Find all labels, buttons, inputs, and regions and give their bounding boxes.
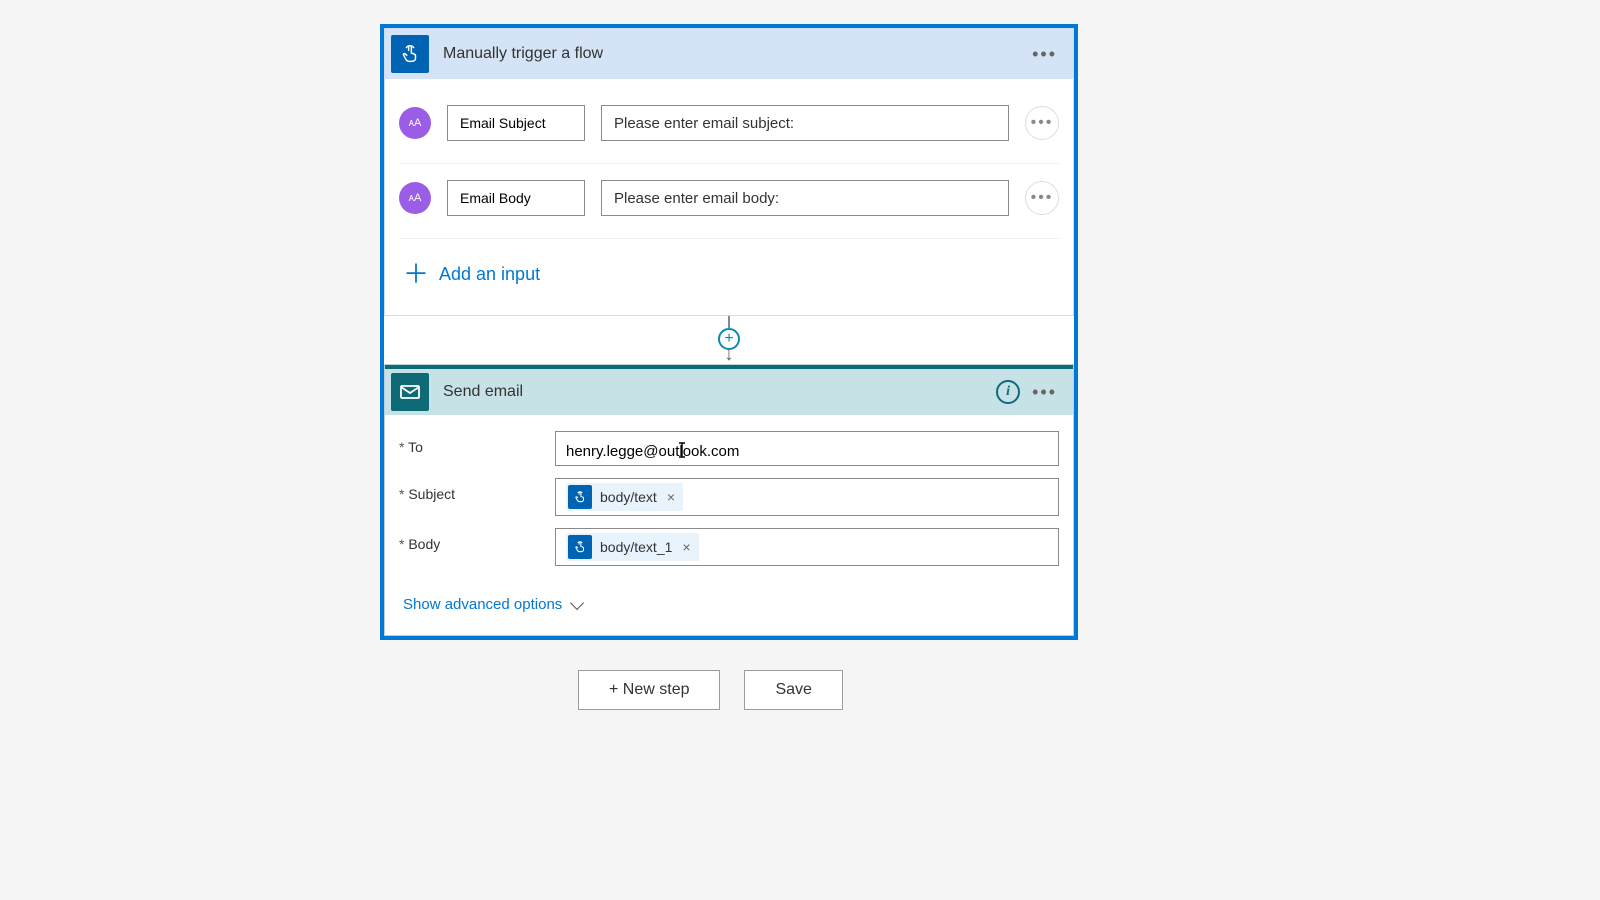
dynamic-content-token[interactable]: body/text × — [566, 483, 683, 511]
add-input-label: Add an input — [439, 264, 540, 285]
step-connector: + ↓ — [384, 316, 1074, 364]
param-row-subject: Subject body/text × — [399, 478, 1059, 516]
manual-trigger-icon — [391, 35, 429, 73]
new-step-button[interactable]: + New step — [578, 670, 720, 710]
chevron-down-icon — [570, 595, 584, 609]
show-advanced-options[interactable]: Show advanced options — [399, 578, 586, 635]
input-row-menu[interactable]: ••• — [1025, 181, 1059, 215]
text-input-icon: ᴀA — [399, 107, 431, 139]
to-value: henry.legge@outlook.com — [566, 443, 739, 460]
trigger-card: Manually trigger a flow ••• ᴀA ••• ᴀA ••… — [384, 28, 1074, 316]
to-label: To — [399, 431, 539, 466]
action-body: To henry.legge@outlook.com Subject — [385, 415, 1073, 635]
input-prompt-field[interactable] — [601, 105, 1009, 141]
param-row-to: To henry.legge@outlook.com — [399, 431, 1059, 466]
trigger-input-row: ᴀA ••• — [399, 164, 1059, 239]
advanced-options-label: Show advanced options — [403, 596, 562, 613]
input-name-field[interactable] — [447, 105, 585, 141]
token-label: body/text — [600, 489, 657, 505]
body-field[interactable]: body/text_1 × — [555, 528, 1059, 566]
footer-buttons: + New step Save — [578, 670, 843, 710]
trigger-card-header[interactable]: Manually trigger a flow ••• — [385, 29, 1073, 79]
arrow-down-icon: ↓ — [725, 348, 734, 360]
manual-trigger-icon — [568, 485, 592, 509]
action-card: Send email i ••• To henry.legge@outlook.… — [384, 364, 1074, 636]
info-icon[interactable]: i — [996, 380, 1020, 404]
param-row-body: Body body/text_1 × — [399, 528, 1059, 566]
subject-field[interactable]: body/text × — [555, 478, 1059, 516]
add-input-button[interactable]: ＋ Add an input — [399, 238, 1059, 309]
trigger-menu-button[interactable]: ••• — [1030, 44, 1059, 65]
action-card-header[interactable]: Send email i ••• — [385, 365, 1073, 415]
subject-label: Subject — [399, 478, 539, 516]
token-remove-icon[interactable]: × — [682, 539, 690, 555]
action-menu-button[interactable]: ••• — [1030, 382, 1059, 403]
dynamic-content-token[interactable]: body/text_1 × — [566, 533, 699, 561]
body-label: Body — [399, 528, 539, 566]
trigger-input-row: ᴀA ••• — [399, 89, 1059, 164]
token-label: body/text_1 — [600, 539, 672, 555]
plus-icon: ＋ — [403, 261, 425, 287]
mail-icon — [391, 373, 429, 411]
save-button[interactable]: Save — [744, 670, 842, 710]
input-row-menu[interactable]: ••• — [1025, 106, 1059, 140]
input-name-field[interactable] — [447, 180, 585, 216]
token-remove-icon[interactable]: × — [667, 489, 675, 505]
flow-designer-canvas: Manually trigger a flow ••• ᴀA ••• ᴀA ••… — [380, 24, 1078, 640]
text-input-icon: ᴀA — [399, 182, 431, 214]
trigger-body: ᴀA ••• ᴀA ••• ＋ Add an input — [385, 79, 1073, 315]
action-title: Send email — [443, 383, 996, 401]
input-prompt-field[interactable] — [601, 180, 1009, 216]
to-field[interactable]: henry.legge@outlook.com — [555, 431, 1059, 466]
manual-trigger-icon — [568, 535, 592, 559]
trigger-title: Manually trigger a flow — [443, 45, 1030, 63]
